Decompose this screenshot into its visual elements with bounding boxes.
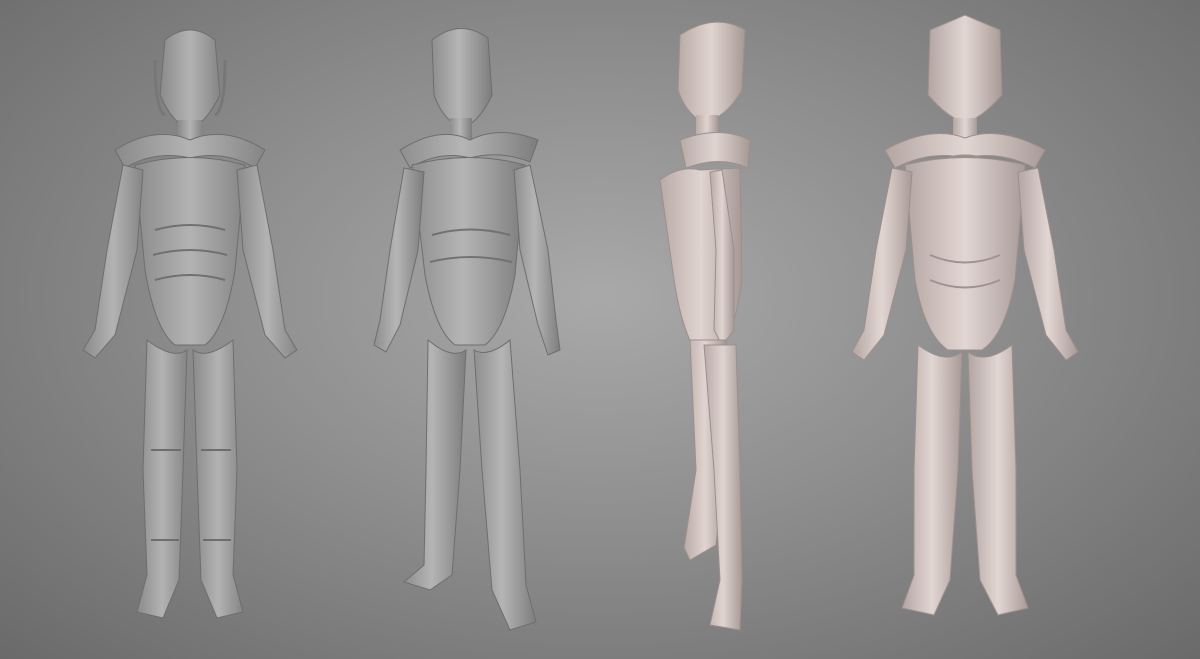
render-canvas [0, 0, 1200, 659]
side-silhouette [659, 21, 751, 631]
figure-back-view [830, 0, 1100, 659]
figure-front-view [55, 0, 325, 659]
back-silhouette [851, 14, 1079, 616]
three-quarter-silhouette [373, 28, 561, 631]
figure-three-quarter-view [360, 0, 580, 659]
front-silhouette [82, 29, 298, 619]
figure-side-view [630, 0, 790, 659]
